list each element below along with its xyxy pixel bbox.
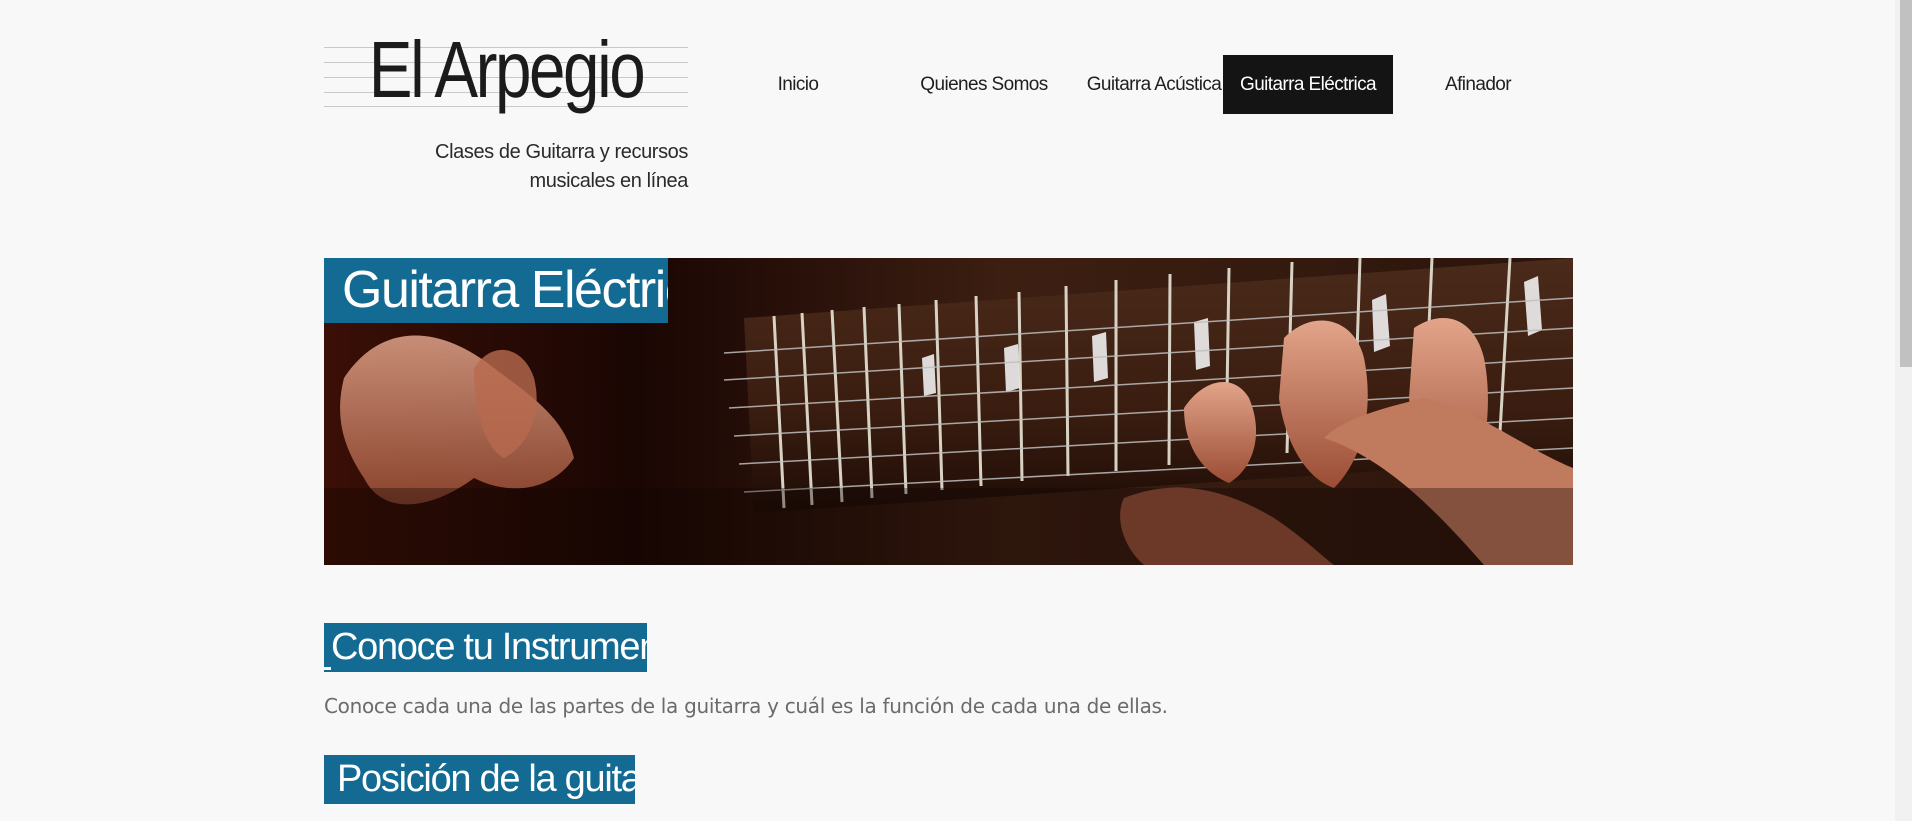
vertical-scrollbar[interactable]	[1895, 0, 1912, 821]
tagline-line-2: musicales en línea	[529, 170, 689, 192]
nav-item-quienes-somos[interactable]: Quienes Somos	[899, 55, 1069, 114]
hero-banner: Guitarra Eléctrica	[324, 258, 1573, 565]
scrollbar-thumb[interactable]	[1900, 0, 1912, 367]
site-tagline: Clases de Guitarra y recursos musicales …	[400, 138, 688, 196]
page: El Arpegio Clases de Guitarra y recursos…	[0, 0, 1895, 821]
section-heading-conoce[interactable]: Conoce tu Instrumento	[324, 623, 647, 672]
section-heading-posicion[interactable]: Posición de la guitarra	[324, 755, 635, 804]
banner-title: Guitarra Eléctrica	[324, 258, 668, 323]
section-text-conoce: Conoce cada una de las partes de la guit…	[324, 694, 1168, 718]
tagline-line-1: Clases de Guitarra y recursos	[435, 141, 688, 163]
nav-item-guitarra-electrica[interactable]: Guitarra Eléctrica	[1223, 55, 1393, 114]
nav-item-inicio[interactable]: Inicio	[728, 55, 868, 114]
text-caret	[324, 667, 331, 670]
site-logo-title[interactable]: El Arpegio	[357, 30, 655, 110]
nav-item-guitarra-acustica[interactable]: Guitarra Acústica	[1069, 55, 1239, 114]
nav-item-afinador[interactable]: Afinador	[1393, 55, 1563, 114]
